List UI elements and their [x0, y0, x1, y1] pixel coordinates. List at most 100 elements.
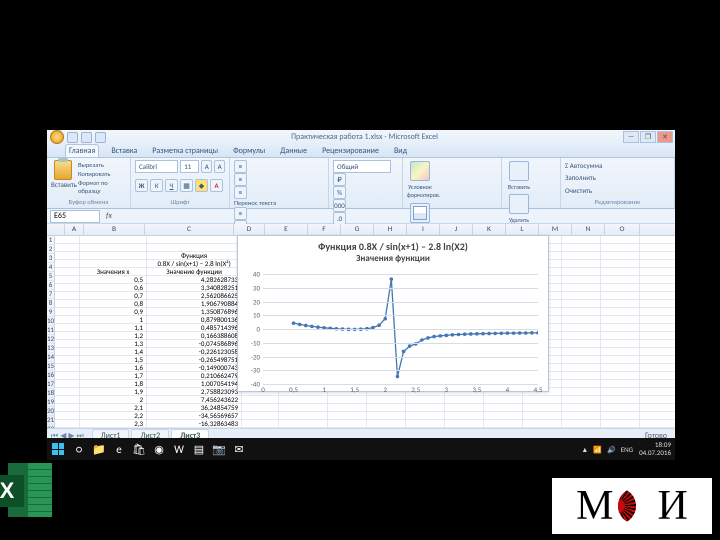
- taskbar-app-files[interactable]: ▤: [189, 438, 209, 460]
- cell[interactable]: 1,4: [80, 348, 147, 356]
- select-all-corner[interactable]: [47, 224, 65, 235]
- office-button[interactable]: [50, 130, 64, 144]
- cell[interactable]: [562, 332, 601, 340]
- cell[interactable]: 36,24854759: [147, 404, 242, 412]
- column-header[interactable]: H: [374, 224, 407, 235]
- cell[interactable]: 1,7: [80, 372, 147, 380]
- cell[interactable]: 0,166388608: [147, 332, 242, 340]
- paste-button[interactable]: Вставить: [51, 160, 75, 196]
- column-header[interactable]: N: [572, 224, 605, 235]
- cell[interactable]: 7,456243622: [147, 396, 242, 404]
- cell[interactable]: [55, 412, 80, 420]
- cell[interactable]: [80, 236, 147, 244]
- tray-icon[interactable]: 📶: [593, 445, 602, 454]
- cell[interactable]: [328, 404, 367, 412]
- cell[interactable]: [55, 388, 80, 396]
- cell[interactable]: [601, 308, 640, 316]
- cell[interactable]: 1,3: [80, 340, 147, 348]
- cell[interactable]: [562, 300, 601, 308]
- cell[interactable]: [562, 388, 601, 396]
- cell[interactable]: [523, 412, 562, 420]
- cell[interactable]: 0,210662479: [147, 372, 242, 380]
- cell[interactable]: 2,562086625: [147, 292, 242, 300]
- cell[interactable]: [640, 244, 675, 252]
- cell[interactable]: [55, 292, 80, 300]
- column-header[interactable]: M: [539, 224, 572, 235]
- cell[interactable]: 2: [80, 396, 147, 404]
- cell[interactable]: [640, 396, 675, 404]
- cell[interactable]: [562, 316, 601, 324]
- align-bot-icon[interactable]: ≡: [234, 186, 247, 199]
- ribbon-tab[interactable]: Разметка страницы: [149, 145, 221, 157]
- cell[interactable]: [55, 332, 80, 340]
- cell[interactable]: [640, 284, 675, 292]
- font-color-button[interactable]: A: [210, 179, 223, 192]
- font-size-select[interactable]: 11: [180, 160, 199, 173]
- cell[interactable]: [279, 420, 328, 428]
- cell[interactable]: [640, 380, 675, 388]
- cell[interactable]: [484, 420, 523, 428]
- cell[interactable]: [279, 396, 328, 404]
- cell[interactable]: [55, 252, 80, 260]
- cell[interactable]: 2,2: [80, 412, 147, 420]
- cell[interactable]: [640, 388, 675, 396]
- cell[interactable]: 3,340828251: [147, 284, 242, 292]
- ribbon-tab[interactable]: Формулы: [230, 145, 268, 157]
- cell[interactable]: [640, 348, 675, 356]
- cell[interactable]: [279, 404, 328, 412]
- cell[interactable]: [562, 284, 601, 292]
- cell[interactable]: 0.8X / sin(x+1) – 2.8 ln(X²): [147, 260, 242, 268]
- cell[interactable]: 1,9: [80, 388, 147, 396]
- cell[interactable]: [640, 420, 675, 428]
- align-mid-icon[interactable]: ≡: [234, 173, 247, 186]
- cell[interactable]: [445, 420, 484, 428]
- cell[interactable]: 2,758823093: [147, 388, 242, 396]
- cell[interactable]: [601, 252, 640, 260]
- cell[interactable]: [601, 260, 640, 268]
- italic-button[interactable]: К: [150, 179, 163, 192]
- cell[interactable]: [242, 420, 279, 428]
- currency-icon[interactable]: ₽: [333, 173, 346, 186]
- cell[interactable]: [601, 412, 640, 420]
- cell[interactable]: [55, 348, 80, 356]
- taskbar-app-word[interactable]: W: [169, 438, 189, 460]
- cell[interactable]: [242, 412, 279, 420]
- cell[interactable]: [640, 268, 675, 276]
- cell[interactable]: -0,074586896: [147, 340, 242, 348]
- cell[interactable]: [601, 372, 640, 380]
- comma-icon[interactable]: 000: [333, 199, 346, 212]
- font-name-select[interactable]: Calibri: [135, 160, 178, 173]
- clipboard-item[interactable]: Формат по образцу: [78, 179, 126, 195]
- cell[interactable]: 1,5: [80, 356, 147, 364]
- cell[interactable]: [328, 396, 367, 404]
- cell[interactable]: [55, 356, 80, 364]
- taskbar-app-edge[interactable]: e: [109, 438, 129, 460]
- cell[interactable]: 0,7: [80, 292, 147, 300]
- cell[interactable]: [279, 412, 328, 420]
- column-header[interactable]: I: [407, 224, 440, 235]
- cell[interactable]: 1,1: [80, 324, 147, 332]
- cell[interactable]: [640, 340, 675, 348]
- cell[interactable]: [55, 396, 80, 404]
- cell[interactable]: [406, 420, 445, 428]
- taskbar-app-store[interactable]: 🛍: [129, 438, 149, 460]
- cell[interactable]: [601, 380, 640, 388]
- cell[interactable]: [640, 276, 675, 284]
- conditional-formatting-button[interactable]: Условное форматиров.: [407, 161, 433, 199]
- cell[interactable]: 2,1: [80, 404, 147, 412]
- cell[interactable]: [55, 260, 80, 268]
- ribbon-tab[interactable]: Данные: [277, 145, 310, 157]
- column-header[interactable]: E: [265, 224, 308, 235]
- clipboard-item[interactable]: Вырезать: [78, 161, 126, 169]
- cell[interactable]: -0,226123058: [147, 348, 242, 356]
- cell[interactable]: [562, 276, 601, 284]
- column-header[interactable]: B: [84, 224, 145, 235]
- cell[interactable]: [601, 276, 640, 284]
- taskbar-clock[interactable]: 18:09 04.07.2016: [639, 441, 671, 457]
- cell[interactable]: [55, 420, 80, 428]
- cell[interactable]: [640, 308, 675, 316]
- column-header[interactable]: O: [605, 224, 640, 235]
- taskbar-app-mail[interactable]: ✉: [229, 438, 249, 460]
- cell[interactable]: [601, 244, 640, 252]
- cell[interactable]: -34,56569657: [147, 412, 242, 420]
